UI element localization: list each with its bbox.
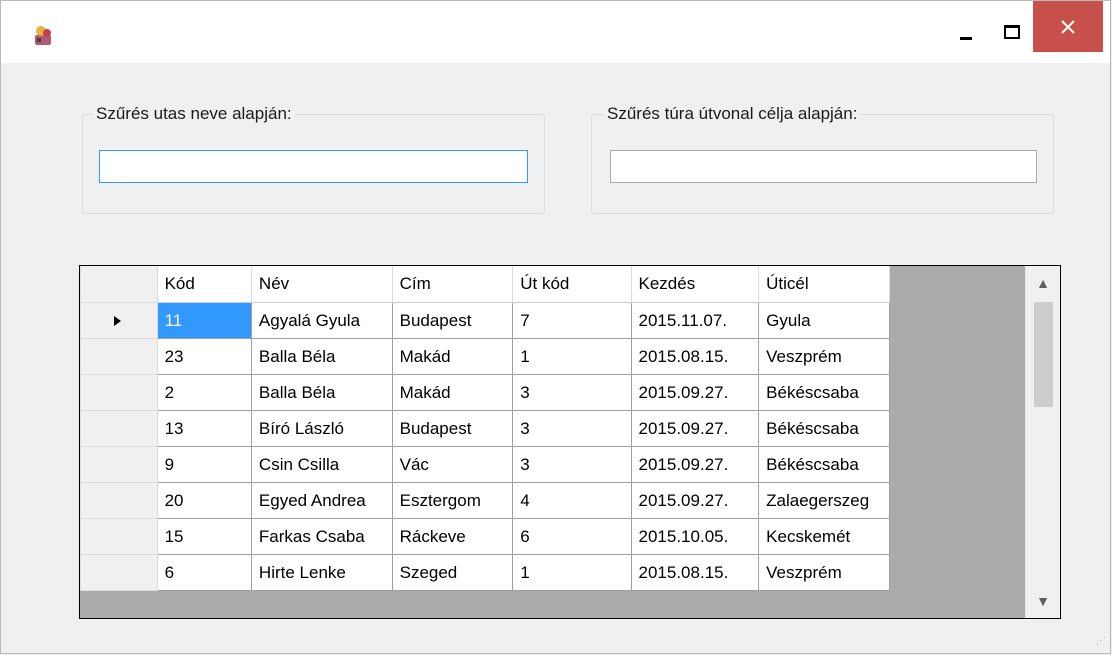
name-filter-input[interactable]	[99, 150, 528, 183]
scroll-up-icon[interactable]: ▲	[1026, 266, 1060, 300]
grid-corner-header[interactable]	[80, 266, 158, 303]
scroll-thumb[interactable]	[1034, 302, 1053, 407]
grid-cell[interactable]: Békéscsaba	[758, 410, 890, 447]
grid-cell[interactable]: Egyed Andrea	[250, 482, 393, 519]
grid-cell[interactable]: 2015.11.07.	[630, 302, 760, 339]
table-row[interactable]: 13 Bíró László Budapest 3 2015.09.27. Békéscs…	[80, 410, 890, 447]
grid-cell[interactable]: 3	[512, 374, 632, 411]
grid-cell[interactable]: 6	[156, 554, 252, 591]
close-icon	[1061, 19, 1075, 34]
column-header-uticel[interactable]: Úticél	[758, 266, 890, 303]
table-row[interactable]: 15 Farkas Csaba Ráckeve 6 2015.10.05. Kecskem…	[80, 518, 890, 555]
row-header[interactable]	[80, 518, 158, 555]
table-row[interactable]: 11 Agyalá Gyula Budapest 7 2015.11.07. Gyula	[80, 302, 890, 339]
destination-filter-group: Szűrés túra útvonal célja alapján:	[591, 104, 1054, 214]
resize-grip-icon[interactable]: ⋰	[1094, 637, 1106, 649]
grid-cell[interactable]: 20	[156, 482, 252, 519]
grid-cell[interactable]: Gyula	[758, 302, 890, 339]
row-header[interactable]	[80, 482, 158, 519]
row-header[interactable]	[80, 374, 158, 411]
grid-cell[interactable]: 6	[512, 518, 632, 555]
name-filter-label: Szűrés utas neve alapján:	[93, 104, 295, 124]
grid-cell[interactable]: 2015.10.05.	[630, 518, 760, 555]
table-row[interactable]: 23 Balla Béla Makád 1 2015.08.15. Veszprém	[80, 338, 890, 375]
grid-body: 11 Agyalá Gyula Budapest 7 2015.11.07. Gyula 2…	[80, 302, 890, 591]
grid-cell[interactable]: Bíró László	[250, 410, 393, 447]
row-header[interactable]	[80, 554, 158, 591]
scroll-down-icon[interactable]: ▼	[1026, 584, 1060, 618]
grid-cell[interactable]: Hirte Lenke	[250, 554, 393, 591]
minimize-icon	[960, 36, 972, 40]
grid-cell[interactable]: Csin Csilla	[250, 446, 393, 483]
close-button[interactable]	[1033, 1, 1103, 52]
grid-cell[interactable]: 2	[156, 374, 252, 411]
title-bar[interactable]	[1, 1, 1110, 63]
column-header-ut-kod[interactable]: Út kód	[512, 266, 632, 303]
grid-cell[interactable]: 1	[512, 554, 632, 591]
grid-cell[interactable]: Budapest	[391, 410, 514, 447]
grid-cell[interactable]: Balla Béla	[250, 338, 393, 375]
passenger-data-grid[interactable]: Kód Név Cím Út kód Kezdés Úticél 11 Agyal…	[79, 265, 1061, 619]
grid-cell[interactable]: 3	[512, 446, 632, 483]
maximize-button[interactable]	[989, 1, 1035, 63]
grid-cell[interactable]: Veszprém	[758, 554, 890, 591]
main-window: Szűrés utas neve alapján: Szűrés túra út…	[0, 0, 1111, 654]
grid-cell[interactable]: 4	[512, 482, 632, 519]
grid-table: Kód Név Cím Út kód Kezdés Úticél 11 Agyal…	[80, 266, 890, 591]
grid-cell[interactable]: Vác	[391, 446, 514, 483]
grid-cell[interactable]: 11	[156, 302, 252, 339]
grid-cell[interactable]: Kecskemét	[758, 518, 890, 555]
column-header-nev[interactable]: Név	[250, 266, 393, 303]
grid-cell[interactable]: Balla Béla	[250, 374, 393, 411]
grid-cell[interactable]: Makád	[391, 374, 514, 411]
grid-cell[interactable]: 3	[512, 410, 632, 447]
current-row-arrow-icon	[114, 315, 121, 326]
grid-cell[interactable]: Zalaegerszeg	[758, 482, 890, 519]
table-row[interactable]: 2 Balla Béla Makád 3 2015.09.27. Békéscsaba	[80, 374, 890, 411]
grid-cell[interactable]: 9	[156, 446, 252, 483]
row-header[interactable]	[80, 338, 158, 375]
destination-filter-input[interactable]	[610, 150, 1037, 183]
grid-cell[interactable]: Budapest	[391, 302, 514, 339]
grid-cell[interactable]: Makád	[391, 338, 514, 375]
grid-cell[interactable]: Veszprém	[758, 338, 890, 375]
grid-viewport: Kód Név Cím Út kód Kezdés Úticél 11 Agyal…	[80, 266, 890, 618]
destination-filter-label: Szűrés túra útvonal célja alapján:	[604, 104, 861, 124]
grid-cell[interactable]: 1	[512, 338, 632, 375]
grid-cell[interactable]: Farkas Csaba	[250, 518, 393, 555]
grid-cell[interactable]: 13	[156, 410, 252, 447]
name-filter-group: Szűrés utas neve alapján:	[82, 104, 545, 214]
column-header-kezdes[interactable]: Kezdés	[630, 266, 760, 303]
column-header-kod[interactable]: Kód	[156, 266, 252, 303]
row-header[interactable]	[80, 446, 158, 483]
grid-cell[interactable]: 2015.09.27.	[630, 446, 760, 483]
grid-cell[interactable]: 2015.09.27.	[630, 410, 760, 447]
grid-cell[interactable]: 2015.09.27.	[630, 482, 760, 519]
minimize-button[interactable]	[943, 1, 989, 63]
grid-cell[interactable]: 2015.08.15.	[630, 338, 760, 375]
grid-cell[interactable]: 2015.08.15.	[630, 554, 760, 591]
grid-cell[interactable]: 23	[156, 338, 252, 375]
table-row[interactable]: 9 Csin Csilla Vác 3 2015.09.27. Békéscsaba	[80, 446, 890, 483]
table-row[interactable]: 20 Egyed Andrea Esztergom 4 2015.09.27. Zalae…	[80, 482, 890, 519]
grid-cell[interactable]: Szeged	[391, 554, 514, 591]
grid-cell[interactable]: 15	[156, 518, 252, 555]
vertical-scrollbar[interactable]: ▲ ▼	[1025, 266, 1060, 618]
grid-cell[interactable]: Ráckeve	[391, 518, 514, 555]
grid-cell[interactable]: 2015.09.27.	[630, 374, 760, 411]
column-header-cim[interactable]: Cím	[391, 266, 514, 303]
app-icon	[35, 26, 51, 45]
grid-cell[interactable]: Békéscsaba	[758, 374, 890, 411]
grid-cell[interactable]: 7	[512, 302, 632, 339]
grid-cell[interactable]: Békéscsaba	[758, 446, 890, 483]
grid-cell[interactable]: Esztergom	[391, 482, 514, 519]
table-row[interactable]: 6 Hirte Lenke Szeged 1 2015.08.15. Veszprém	[80, 554, 890, 591]
grid-cell[interactable]: Agyalá Gyula	[250, 302, 393, 339]
grid-header-row: Kód Név Cím Út kód Kezdés Úticél	[80, 266, 890, 303]
row-header[interactable]	[80, 302, 158, 339]
maximize-icon	[1004, 25, 1020, 39]
row-header[interactable]	[80, 410, 158, 447]
